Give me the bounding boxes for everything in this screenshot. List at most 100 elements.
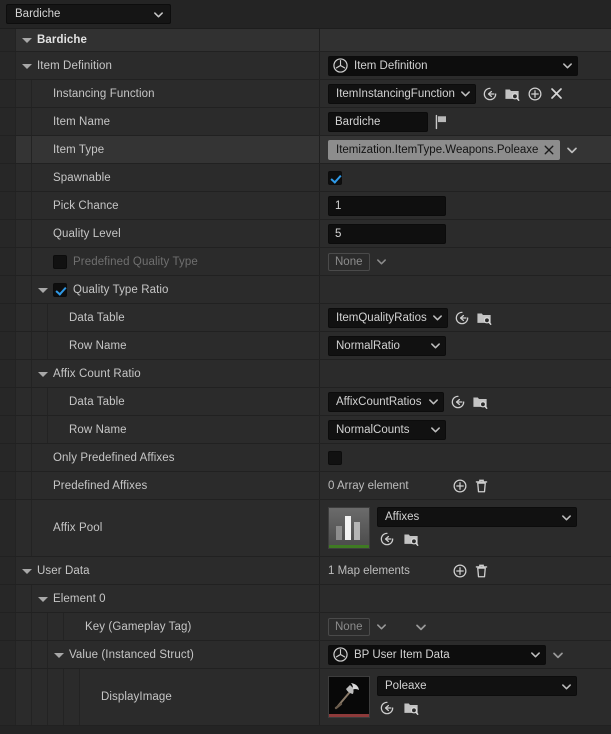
browse-to-asset-icon[interactable] [403, 700, 420, 716]
browse-to-asset-icon[interactable] [403, 531, 420, 547]
value-cell: None [320, 613, 611, 640]
row-quality-row-name[interactable]: Row Name NormalRatio [0, 332, 611, 360]
affix-row-name-combo[interactable]: NormalCounts [328, 419, 446, 440]
row-predefined-quality-type[interactable]: Predefined Quality Type None [0, 248, 611, 276]
row-affix-data-table[interactable]: Data Table AffixCountRatios [0, 388, 611, 416]
row-bardiche[interactable]: Bardiche [0, 29, 611, 52]
value-cell: None [320, 248, 611, 275]
row-value-instanced-struct[interactable]: Value (Instanced Struct) BP User Item Da… [0, 641, 611, 669]
expander-triangle-icon[interactable] [20, 33, 34, 47]
value-cell: AffixCountRatios [320, 388, 611, 415]
name-cell: Item Name [32, 108, 320, 135]
value-cell: NormalCounts [320, 416, 611, 443]
indent-guides [0, 472, 32, 499]
delete-all-icon[interactable] [474, 563, 489, 579]
object-selector-value: Bardiche [15, 8, 61, 20]
row-item-type[interactable]: Item Type Itemization.ItemType.Weapons.P… [0, 136, 611, 164]
chevron-down-icon[interactable] [376, 621, 387, 632]
key-gameplay-tag-value[interactable]: None [328, 617, 370, 636]
browse-to-asset-icon[interactable] [504, 86, 521, 102]
expander-triangle-icon[interactable] [36, 367, 50, 381]
use-selected-asset-icon[interactable] [379, 700, 395, 716]
browse-to-asset-icon[interactable] [472, 394, 489, 410]
row-quality-data-table[interactable]: Data Table ItemQualityRatios [0, 304, 611, 332]
affix-pool-thumbnail[interactable] [328, 507, 370, 549]
use-selected-asset-icon[interactable] [454, 310, 470, 326]
instancing-function-combo[interactable]: ItemInstancingFunction [328, 83, 476, 104]
row-spawnable[interactable]: Spawnable [0, 164, 611, 192]
value-instanced-struct-combo[interactable]: BP User Item Data [328, 644, 546, 665]
item-definition-class-combo[interactable]: Item Definition [328, 55, 578, 76]
name-cell: Predefined Quality Type [32, 248, 320, 275]
expander-triangle-icon[interactable] [20, 564, 34, 578]
chevron-down-icon[interactable] [376, 256, 387, 267]
only-predefined-affixes-checkbox[interactable] [328, 450, 342, 465]
add-element-icon[interactable] [452, 563, 468, 579]
row-predefined-affixes[interactable]: Predefined Affixes 0 Array element [0, 472, 611, 500]
predefined-affixes-count: 0 Array element [328, 479, 409, 492]
indent-guides [0, 136, 32, 163]
expander-triangle-icon[interactable] [20, 59, 34, 73]
indent-guides [0, 29, 16, 51]
quality-data-table-value: ItemQualityRatios [336, 311, 427, 324]
delete-all-icon[interactable] [474, 478, 489, 494]
row-user-data[interactable]: User Data 1 Map elements [0, 557, 611, 585]
display-image-combo[interactable]: Poleaxe [377, 676, 577, 696]
row-options-chevron-down-icon[interactable] [552, 649, 564, 661]
pick-chance-input[interactable]: 1 [328, 195, 446, 216]
predefined-quality-type-checkbox[interactable] [53, 254, 67, 269]
name-cell: Quality Level [32, 220, 320, 247]
display-image-thumbnail[interactable] [328, 676, 370, 718]
flag-icon[interactable] [434, 114, 449, 130]
row-item-definition[interactable]: Item Definition Item Definition [0, 52, 611, 80]
row-affix-row-name[interactable]: Row Name NormalCounts [0, 416, 611, 444]
row-quality-level[interactable]: Quality Level 5 [0, 220, 611, 248]
row-element-0[interactable]: Element 0 [0, 585, 611, 613]
predefined-quality-type-value: None [328, 252, 370, 271]
item-name-input[interactable]: Bardiche [328, 111, 428, 132]
clear-icon[interactable] [549, 86, 564, 101]
row-quality-type-ratio[interactable]: Quality Type Ratio [0, 276, 611, 304]
clear-icon[interactable] [543, 144, 555, 156]
quality-row-name-combo[interactable]: NormalRatio [328, 335, 446, 356]
affix-pool-actions [377, 531, 577, 547]
spawnable-checkbox[interactable] [328, 170, 342, 185]
row-label: Instancing Function [53, 87, 155, 100]
row-key-gameplay-tag[interactable]: Key (Gameplay Tag) None [0, 613, 611, 641]
row-pick-chance[interactable]: Pick Chance 1 [0, 192, 611, 220]
use-selected-asset-icon[interactable] [482, 86, 498, 102]
expander-triangle-icon[interactable] [52, 648, 66, 662]
row-label: Quality Type Ratio [73, 283, 169, 296]
row-label: Spawnable [53, 171, 111, 184]
use-selected-asset-icon[interactable] [450, 394, 466, 410]
quality-data-table-combo[interactable]: ItemQualityRatios [328, 307, 448, 328]
quality-level-input[interactable]: 5 [328, 223, 446, 244]
chevron-down-icon[interactable] [566, 144, 578, 156]
row-affix-count-ratio[interactable]: Affix Count Ratio [0, 360, 611, 388]
row-label: User Data [37, 564, 90, 577]
affix-pool-combo[interactable]: Affixes [377, 507, 577, 527]
row-display-image[interactable]: DisplayImage Poleaxe [0, 669, 611, 726]
add-element-icon[interactable] [452, 478, 468, 494]
row-item-name[interactable]: Item Name Bardiche [0, 108, 611, 136]
row-label: DisplayImage [101, 691, 172, 703]
affix-data-table-combo[interactable]: AffixCountRatios [328, 391, 444, 412]
quality-type-ratio-checkbox[interactable] [53, 282, 67, 297]
expander-triangle-icon[interactable] [36, 283, 50, 297]
object-selector-combo[interactable]: Bardiche [6, 4, 171, 24]
row-label: Affix Pool [53, 522, 103, 534]
row-label: Quality Level [53, 227, 121, 240]
chevron-down-icon [460, 88, 471, 99]
item-type-gameplay-tag-chip[interactable]: Itemization.ItemType.Weapons.Poleaxe [328, 139, 561, 160]
row-options-chevron-down-icon[interactable] [415, 621, 427, 633]
add-element-icon[interactable] [527, 86, 543, 102]
row-instancing-function[interactable]: Instancing Function ItemInstancingFuncti… [0, 80, 611, 108]
row-only-predefined-affixes[interactable]: Only Predefined Affixes [0, 444, 611, 472]
row-affix-pool[interactable]: Affix Pool Affixes [0, 500, 611, 557]
use-selected-asset-icon[interactable] [379, 531, 395, 547]
value-cell: 0 Array element [320, 472, 611, 499]
expander-triangle-icon[interactable] [36, 592, 50, 606]
blueprint-class-icon [333, 647, 348, 662]
browse-to-asset-icon[interactable] [476, 310, 493, 326]
